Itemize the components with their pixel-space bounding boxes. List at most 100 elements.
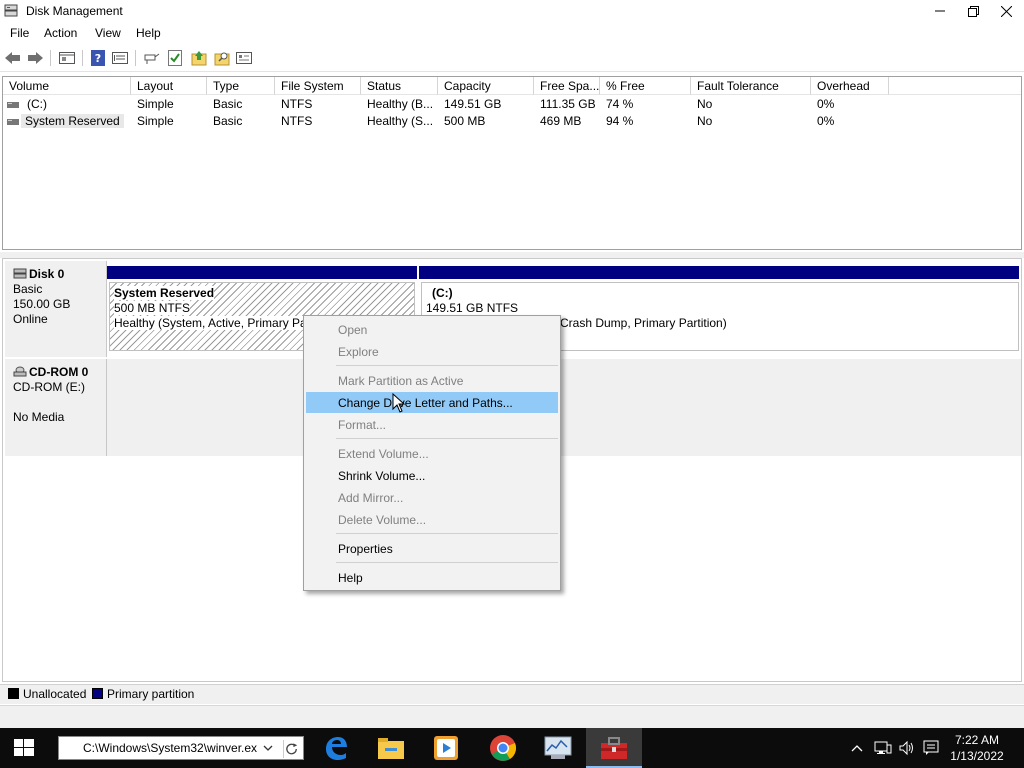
legend-label-unallocated: Unallocated [23,687,87,701]
restore-button[interactable] [956,0,990,22]
disk-0-type: Basic [13,282,43,296]
cell-status: Healthy (S... [367,114,434,128]
run-address-box[interactable] [58,736,304,760]
window-title: Disk Management [26,4,123,18]
cdrom-icon [13,366,27,377]
taskbar-edge[interactable] [308,728,364,768]
menu-item-extend-volume[interactable]: Extend Volume... [306,443,558,464]
partition-bar-system-reserved [107,266,417,279]
column-header-free-space[interactable]: Free Spa... [534,77,600,95]
menu-item-properties[interactable]: Properties [306,538,558,559]
disk-icon [13,268,27,279]
disk-list-button[interactable] [111,49,129,67]
help-icon: ? [91,50,105,66]
menu-action[interactable]: Action [44,26,77,40]
disk-0-size: 150.00 GB [13,297,71,311]
menu-item-shrink-volume[interactable]: Shrink Volume... [306,465,558,486]
menu-separator [336,365,558,366]
menu-item-help[interactable]: Help [306,567,558,588]
notification-icon [923,740,939,755]
settings-button[interactable] [235,49,253,67]
menu-item-open[interactable]: Open [306,319,558,340]
menu-file[interactable]: File [10,26,29,40]
folder-up-icon [191,51,207,66]
system-monitor-icon [544,736,572,759]
cell-fault-tolerance: No [697,97,713,111]
partition-name: System Reserved [114,286,215,300]
toolbar-separator [50,50,51,66]
taskbar: 7:22 AM 1/13/2022 [0,728,1024,768]
cell-layout: Simple [137,114,174,128]
partition-size: 149.51 GB NTFS [426,301,519,315]
start-button[interactable] [8,736,40,760]
volume-drive-icon [7,114,19,128]
forward-icon [28,52,43,64]
column-header-blank [889,77,1021,95]
column-header-fault-tolerance[interactable]: Fault Tolerance [691,77,811,95]
menu-item-explore[interactable]: Explore [306,341,558,362]
chevron-down-icon[interactable] [261,741,275,755]
menu-separator [336,562,558,563]
column-header-type[interactable]: Type [207,77,275,95]
run-input[interactable] [59,737,257,759]
cell-file-system: NTFS [281,114,313,128]
folder-up-button[interactable] [190,49,208,67]
help-button[interactable]: ? [89,49,107,67]
column-header-capacity[interactable]: Capacity [438,77,534,95]
folder-search-button[interactable] [213,49,231,67]
column-header-layout[interactable]: Layout [131,77,207,95]
column-header-percent-free[interactable]: % Free [600,77,691,95]
tray-network[interactable] [872,728,894,768]
cell-layout: Simple [137,97,174,111]
volume-list[interactable]: Volume Layout Type File System Status Ca… [2,76,1022,250]
disk-0-label[interactable]: Disk 0 Basic 150.00 GB Online [5,261,107,357]
taskbar-computer-management[interactable] [586,728,642,768]
tray-volume[interactable] [896,728,918,768]
partition-bar-c [419,266,1019,279]
column-header-overhead[interactable]: Overhead [811,77,889,95]
disk-management-icon [4,4,18,17]
cdrom-0-label[interactable]: CD-ROM 0 CD-ROM (E:) No Media [5,359,107,456]
partition-name: (C:) [432,286,453,300]
menu-view[interactable]: View [95,26,121,40]
system-clock[interactable]: 7:22 AM 1/13/2022 [945,732,1009,764]
menu-item-mark-active[interactable]: Mark Partition as Active [306,370,558,391]
cell-status: Healthy (B... [367,97,434,111]
cell-volume: System Reserved [21,114,124,128]
connect-button[interactable] [143,49,161,67]
partition-status: Crash Dump, Primary Partition) [560,316,727,330]
restore-icon [967,5,979,17]
menu-help[interactable]: Help [136,26,161,40]
clock-date: 1/13/2022 [950,749,1004,763]
taskbar-file-explorer[interactable] [363,728,419,768]
back-icon [5,52,20,64]
table-row[interactable]: (C:) Simple Basic NTFS Healthy (B... 149… [3,96,1021,113]
legend-swatch-unallocated [8,688,19,699]
taskbar-media-player[interactable] [418,728,474,768]
close-button[interactable] [989,0,1023,22]
tray-show-hidden[interactable] [846,728,868,768]
table-row[interactable]: System Reserved Simple Basic NTFS Health… [3,113,1021,130]
disk-0-status: Online [13,312,48,326]
check-button[interactable] [166,49,184,67]
forward-button[interactable] [26,49,44,67]
menu-item-delete-volume[interactable]: Delete Volume... [306,509,558,530]
title-bar: Disk Management [0,0,1024,22]
properties-icon [59,52,75,64]
column-header-volume[interactable]: Volume [3,77,131,95]
column-header-status[interactable]: Status [361,77,438,95]
cell-volume: (C:) [27,97,47,111]
tray-notifications[interactable] [920,728,942,768]
taskbar-system-monitor[interactable] [530,728,586,768]
taskbar-chrome[interactable] [475,728,531,768]
refresh-icon[interactable] [283,740,301,758]
menu-item-change-drive-letter[interactable]: Change Drive Letter and Paths... [306,392,558,413]
cell-free-space: 469 MB [540,114,582,128]
back-button[interactable] [4,49,22,67]
minimize-button[interactable] [923,0,957,22]
file-explorer-icon [378,738,404,759]
menu-item-format[interactable]: Format... [306,414,558,435]
properties-button[interactable] [58,49,76,67]
menu-item-add-mirror[interactable]: Add Mirror... [306,487,558,508]
column-header-file-system[interactable]: File System [275,77,361,95]
